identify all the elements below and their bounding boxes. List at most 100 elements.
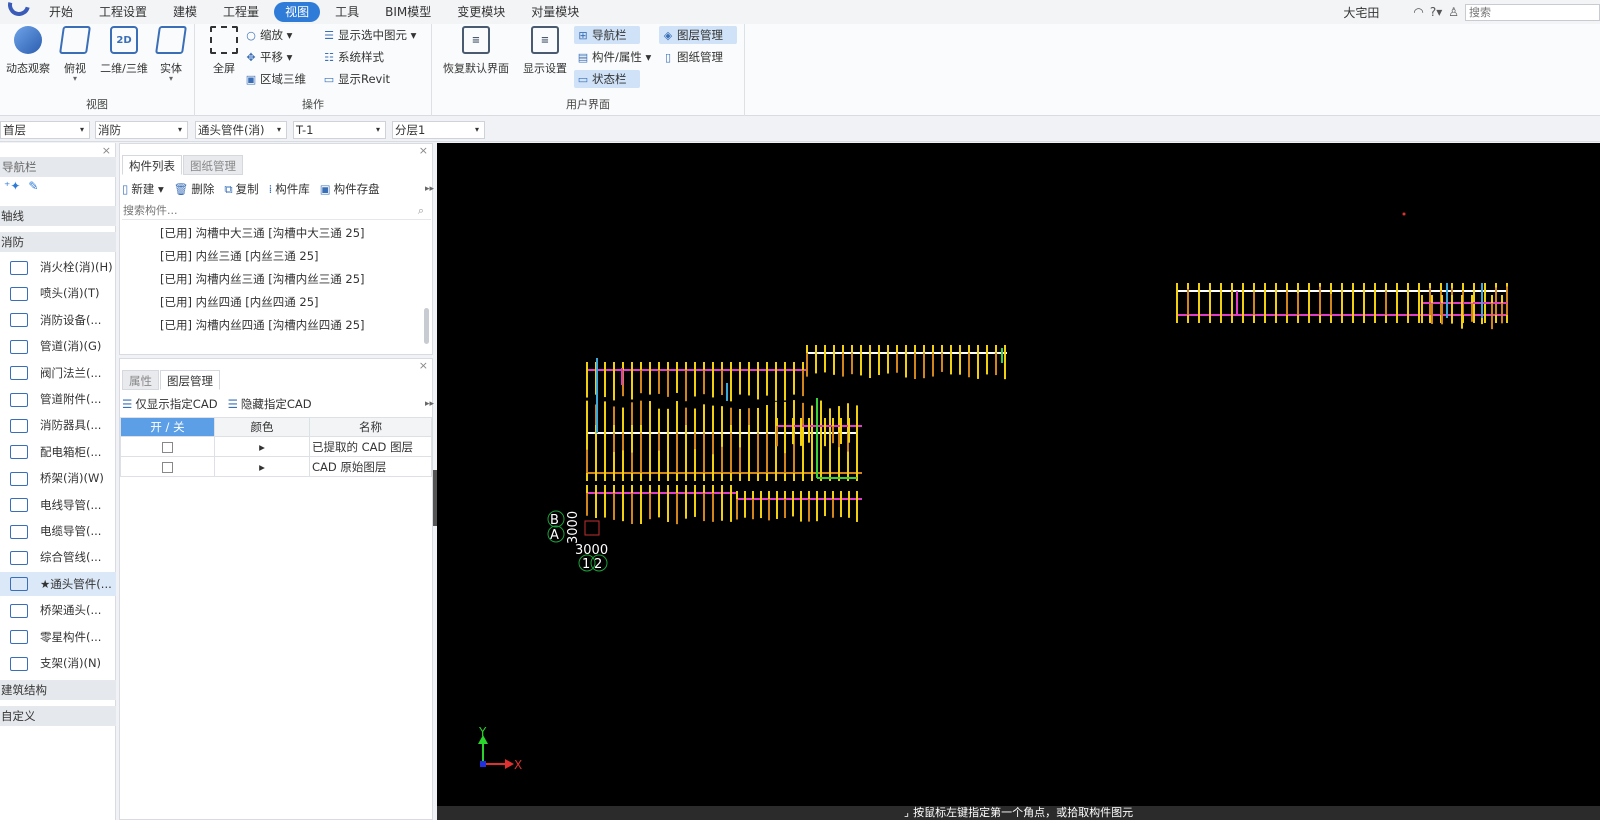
column-color[interactable]: 颜色 <box>214 417 310 437</box>
nav-item[interactable]: 消防设备(... <box>0 308 116 332</box>
menu-item[interactable]: 对量模块 <box>520 2 590 22</box>
tab-drawing-management[interactable]: 图纸管理 <box>183 155 243 175</box>
cad-drawing[interactable]: B A 3000 3000 1 2 Y X <box>437 143 1600 806</box>
table-row[interactable]: ▸ CAD 原始图层 <box>120 456 432 477</box>
nav-item[interactable]: 消防器具(... <box>0 413 116 437</box>
statusbar-toggle[interactable]: ▭ 状态栏 <box>574 70 640 88</box>
drawing-canvas[interactable]: B A 3000 3000 1 2 Y X <box>437 143 1600 806</box>
menu-item[interactable]: 工具 <box>324 2 370 22</box>
fullscreen-button[interactable]: 全屏 <box>201 26 247 76</box>
nav-item[interactable]: 配电箱柜(... <box>0 440 116 464</box>
show-revit-button[interactable]: ▭ 显示Revit <box>320 70 393 88</box>
nav-item[interactable]: 桥架通头(... <box>0 598 116 622</box>
floor-select[interactable]: 首层 ▾ <box>0 121 90 139</box>
menu-item[interactable]: 变更模块 <box>446 2 516 22</box>
drawing-mgmt-toggle[interactable]: ▯ 图纸管理 <box>659 48 726 66</box>
pipe-network[interactable] <box>586 283 1508 525</box>
menu-item[interactable]: 视图 <box>274 2 321 22</box>
system-style-button[interactable]: ☷ 系统样式 <box>320 48 387 66</box>
display-settings-button[interactable]: ≡ 显示设置 <box>520 26 570 76</box>
close-icon[interactable]: × <box>419 359 428 372</box>
overflow-icon[interactable]: ▸▸ <box>425 184 434 194</box>
layer-color-cell[interactable]: ▸ <box>214 436 310 457</box>
layer-toggle-cell[interactable] <box>120 436 215 457</box>
tab-properties[interactable]: 属性 <box>122 370 159 390</box>
save-component-button[interactable]: ▣ 构件存盘 <box>320 181 380 197</box>
nav-item[interactable]: 零星构件(... <box>0 625 116 649</box>
toggle-2d3d-button[interactable]: 2D 二维/三维 <box>99 26 149 76</box>
scrollbar[interactable] <box>424 308 429 344</box>
overflow-icon[interactable]: ▸▸ <box>425 399 434 409</box>
shirt-icon[interactable]: ♙ <box>1448 5 1459 19</box>
component-select[interactable]: T-1 ▾ <box>293 121 386 139</box>
nav-item[interactable]: 喷头(消)(T) <box>0 281 116 305</box>
nav-item[interactable]: 电线导管(... <box>0 493 116 517</box>
orbit-button[interactable]: 动态观察 <box>5 26 51 76</box>
menu-item[interactable]: 工程设置 <box>88 2 158 22</box>
column-onoff[interactable]: 开 / 关 <box>120 417 215 437</box>
component-type-select[interactable]: 通头管件(消) ▾ <box>195 121 287 139</box>
expand-arrow-icon[interactable]: ▸ <box>259 440 265 454</box>
region-3d-button[interactable]: ▣ 区域三维 <box>242 70 309 88</box>
nav-item[interactable]: 管道附件(... <box>0 387 116 411</box>
nav-item[interactable]: 电缆导管(... <box>0 519 116 543</box>
add-icon[interactable]: ⁺✦ <box>4 179 20 199</box>
copy-button[interactable]: ⧉ 复制 <box>224 181 258 197</box>
show-selected-button[interactable]: ☰ 显示选中图元 ▾ <box>320 26 419 44</box>
layer-toggle-cell[interactable] <box>120 456 215 477</box>
navbar-toggle[interactable]: ⊞ 导航栏 <box>574 26 640 44</box>
pan-button[interactable]: ✥ 平移 ▾ <box>242 48 295 66</box>
nav-item[interactable]: 支架(消)(N) <box>0 651 116 675</box>
menu-item[interactable]: 工程量 <box>212 2 270 22</box>
menu-item[interactable]: 开始 <box>38 2 84 22</box>
nav-item[interactable]: ★通头管件(... <box>0 571 116 596</box>
component-search-input[interactable] <box>122 202 431 220</box>
nav-category-structure[interactable]: 建筑结构 <box>0 680 116 700</box>
search-input[interactable] <box>1465 3 1600 21</box>
nav-item[interactable]: 消火栓(消)(H) <box>0 255 116 279</box>
restore-default-button[interactable]: ≡ 恢复默认界面 <box>442 26 510 76</box>
list-item[interactable]: [已用] 内丝四通 [内丝四通 25] <box>160 291 319 313</box>
discipline-select[interactable]: 消防 ▾ <box>95 121 188 139</box>
nav-category-custom[interactable]: 自定义 <box>0 706 116 726</box>
list-item[interactable]: [已用] 沟槽内丝四通 [沟槽内丝四通 25] <box>160 314 365 336</box>
checkbox[interactable] <box>162 461 173 473</box>
nav-item[interactable]: 管道(消)(G) <box>0 334 116 358</box>
nav-item[interactable]: 阀门法兰(... <box>0 361 116 385</box>
close-icon[interactable]: × <box>102 144 111 157</box>
new-button[interactable]: ▯ 新建 ▾ <box>122 181 164 197</box>
menu-item[interactable]: 建模 <box>162 2 208 22</box>
hide-cad-button[interactable]: ☰ 隐藏指定CAD <box>228 396 312 412</box>
delete-button[interactable]: 🗑 删除 <box>174 181 215 197</box>
nav-item[interactable]: 桥架(消)(W) <box>0 466 116 490</box>
nav-item[interactable]: 综合管线(... <box>0 545 116 569</box>
edit-icon[interactable]: ✎ <box>28 179 38 199</box>
headset-icon[interactable]: ◠ <box>1413 5 1423 19</box>
user-name[interactable]: 大宅田 <box>1343 4 1379 21</box>
tab-component-list[interactable]: 构件列表 <box>122 155 182 175</box>
comp-props-toggle[interactable]: ▤ 构件/属性 ▾ <box>574 48 654 66</box>
close-icon[interactable]: × <box>419 144 428 157</box>
zoom-button[interactable]: ○ 缩放 ▾ <box>242 26 295 44</box>
search-icon[interactable]: ⌕ <box>418 204 424 218</box>
layer-color-cell[interactable]: ▸ <box>214 456 310 477</box>
top-view-button[interactable]: 俯视 ▾ <box>52 26 98 83</box>
nav-category-fire[interactable]: 消防 <box>0 232 116 252</box>
solid-button[interactable]: 实体 ▾ <box>148 26 194 83</box>
list-item[interactable]: [已用] 沟槽内丝三通 [沟槽内丝三通 25] <box>160 268 365 290</box>
show-only-cad-button[interactable]: ☰ 仅显示指定CAD <box>122 396 218 412</box>
table-row[interactable]: ▸ 已提取的 CAD 图层 <box>120 436 432 457</box>
expand-arrow-icon[interactable]: ▸ <box>259 460 265 474</box>
library-button[interactable]: ⁞ 构件库 <box>269 181 310 197</box>
nav-category-axis[interactable]: 轴线 <box>0 206 116 226</box>
menu-item[interactable]: BIM模型 <box>374 2 442 22</box>
layer-select[interactable]: 分层1 ▾ <box>392 121 485 139</box>
column-name[interactable]: 名称 <box>309 417 432 437</box>
help-icon[interactable]: ?▾ <box>1430 5 1442 19</box>
operations-group-label: 操作 <box>302 98 324 111</box>
list-item[interactable]: [已用] 内丝三通 [内丝三通 25] <box>160 245 319 267</box>
layer-mgmt-toggle[interactable]: ◈ 图层管理 <box>659 26 737 44</box>
list-item[interactable]: [已用] 沟槽中大三通 [沟槽中大三通 25] <box>160 222 365 244</box>
tab-layer-management[interactable]: 图层管理 <box>160 370 220 390</box>
checkbox[interactable] <box>162 441 173 453</box>
